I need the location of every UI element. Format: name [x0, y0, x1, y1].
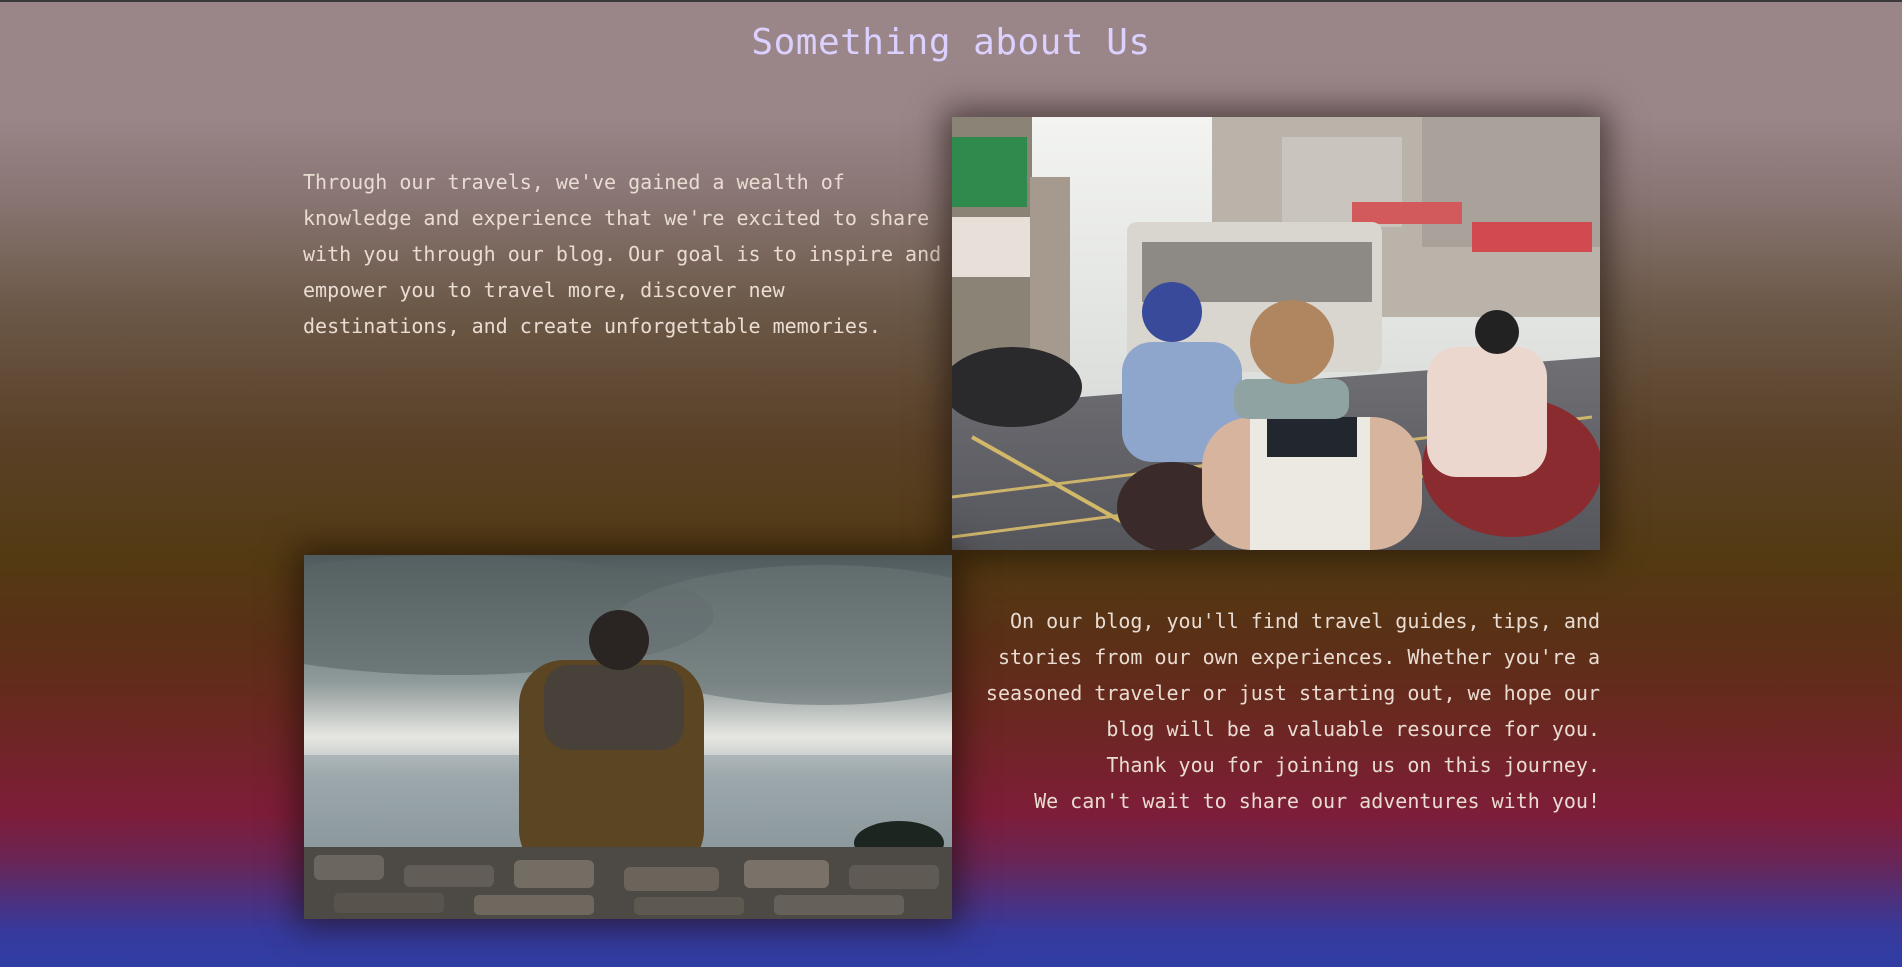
street-travel-photo	[952, 117, 1600, 550]
closing-line: We can't wait to share our adventures wi…	[1034, 789, 1600, 813]
top-border	[0, 0, 1902, 2]
blog-description: On our blog, you'll find travel guides, …	[985, 609, 1600, 741]
page-title: Something about Us	[751, 22, 1151, 63]
blog-paragraph: On our blog, you'll find travel guides, …	[980, 603, 1600, 819]
man-overlook-photo	[304, 555, 952, 919]
thank-you-line: Thank you for joining us on this journey…	[1106, 753, 1600, 777]
intro-paragraph: Through our travels, we've gained a weal…	[303, 170, 942, 338]
